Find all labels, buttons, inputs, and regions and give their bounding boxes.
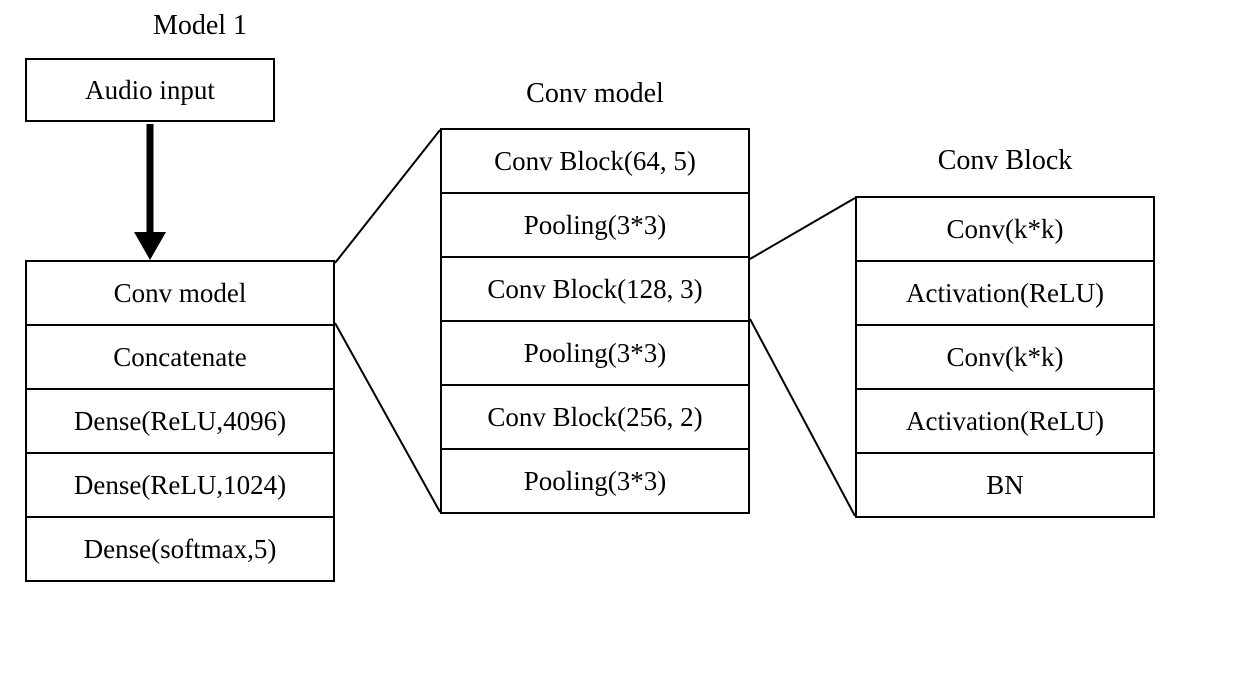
audio-input-label: Audio input xyxy=(85,75,215,106)
conv-block-layer: Activation(ReLU) xyxy=(857,388,1153,452)
conv-block-layer: Activation(ReLU) xyxy=(857,260,1153,324)
conv-block-stack: Conv(k*k) Activation(ReLU) Conv(k*k) Act… xyxy=(855,196,1155,518)
conv-model-layer: Conv Block(256, 2) xyxy=(442,384,748,448)
conv-block-layer: BN xyxy=(857,452,1153,516)
conv-block-layer: Conv(k*k) xyxy=(857,196,1153,260)
connector-line xyxy=(750,319,855,516)
connector-line xyxy=(335,130,440,263)
conv-model-layer: Conv Block(64, 5) xyxy=(442,128,748,192)
conv-block-layer: Conv(k*k) xyxy=(857,324,1153,388)
connector-line xyxy=(335,323,440,512)
title-conv-model: Conv model xyxy=(470,78,720,110)
model1-layer: Dense(ReLU,1024) xyxy=(27,452,333,516)
title-conv-block: Conv Block xyxy=(880,145,1130,177)
conv-model-layer: Pooling(3*3) xyxy=(442,448,748,512)
arrow-down-icon xyxy=(134,124,166,260)
conv-model-layer: Pooling(3*3) xyxy=(442,192,748,256)
model1-layer: Dense(softmax,5) xyxy=(27,516,333,580)
model1-layer: Dense(ReLU,4096) xyxy=(27,388,333,452)
conv-model-layer: Pooling(3*3) xyxy=(442,320,748,384)
audio-input-box: Audio input xyxy=(25,58,275,122)
title-model1: Model 1 xyxy=(100,10,300,42)
conv-model-layer: Conv Block(128, 3) xyxy=(442,256,748,320)
model1-stack: Conv model Concatenate Dense(ReLU,4096) … xyxy=(25,260,335,582)
connector-line xyxy=(750,198,855,259)
model1-layer: Concatenate xyxy=(27,324,333,388)
model1-layer: Conv model xyxy=(27,260,333,324)
conv-model-stack: Conv Block(64, 5) Pooling(3*3) Conv Bloc… xyxy=(440,128,750,514)
